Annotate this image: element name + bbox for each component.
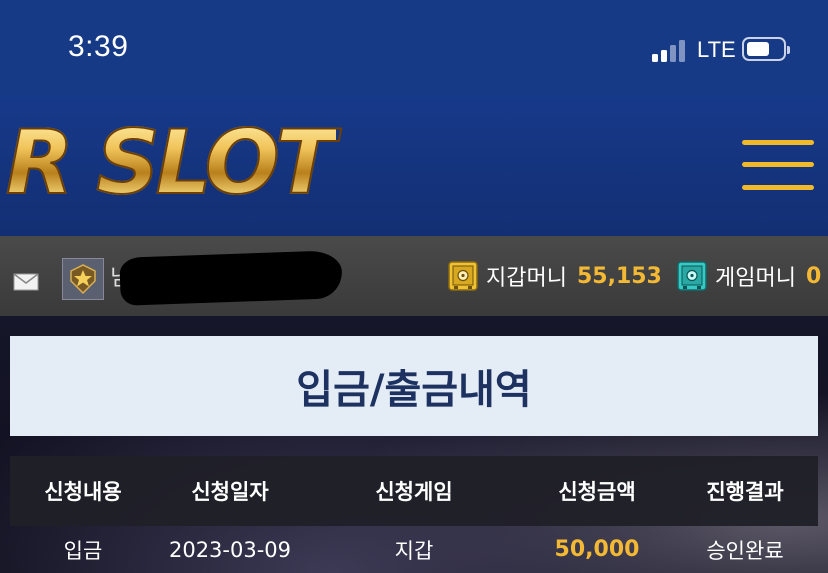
wallet-label: 지갑머니 [486, 266, 567, 291]
cell-amount: 50,000 [554, 537, 640, 562]
cell-status: 승인완료 [706, 538, 784, 563]
wallet-money: 지갑머니 55,153 [448, 260, 662, 292]
table-row[interactable]: 입금 2023-03-09 지갑 50,000 승인완료 [10, 526, 818, 573]
cell-game: 지갑 [394, 538, 434, 563]
cellular-signal-icon [652, 38, 692, 62]
cell-date: 2023-03-09 [168, 537, 292, 562]
status-bar: 3:39 LTE [0, 0, 828, 96]
column-header-game: 신청게임 [375, 480, 453, 504]
user-info-bar: 님 지갑머니 55,153 게임머니 0 [0, 236, 828, 316]
star-rank-badge-icon [62, 258, 104, 300]
history-table-header: 신청내용 신청일자 신청게임 신청금액 진행결과 [10, 456, 818, 526]
envelope-icon[interactable] [13, 273, 39, 291]
safe-icon [677, 261, 707, 291]
column-header-amount: 신청금액 [558, 480, 636, 504]
logo-text: R SLOT [5, 113, 337, 213]
column-header-status: 진행결과 [706, 480, 784, 504]
cell-type: 입금 [63, 538, 103, 563]
game-money-label: 게임머니 [715, 266, 796, 291]
site-logo[interactable]: R SLOT [5, 113, 337, 213]
page-title-panel: 입금/출금내역 [10, 336, 818, 436]
clock: 3:39 [68, 30, 129, 63]
game-money: 게임머니 0 [677, 260, 821, 292]
battery-icon [742, 37, 790, 61]
page-title: 입금/출금내역 [296, 367, 532, 413]
column-header-date: 신청일자 [191, 480, 269, 504]
site-header: R SLOT [0, 96, 828, 236]
safe-icon [448, 261, 478, 291]
column-header-type: 신청내용 [44, 480, 122, 504]
wallet-amount: 55,153 [576, 263, 662, 289]
hamburger-menu-icon[interactable] [742, 140, 814, 196]
game-money-amount: 0 [805, 263, 822, 289]
network-label: LTE [697, 37, 736, 62]
redacted-username [119, 250, 343, 306]
